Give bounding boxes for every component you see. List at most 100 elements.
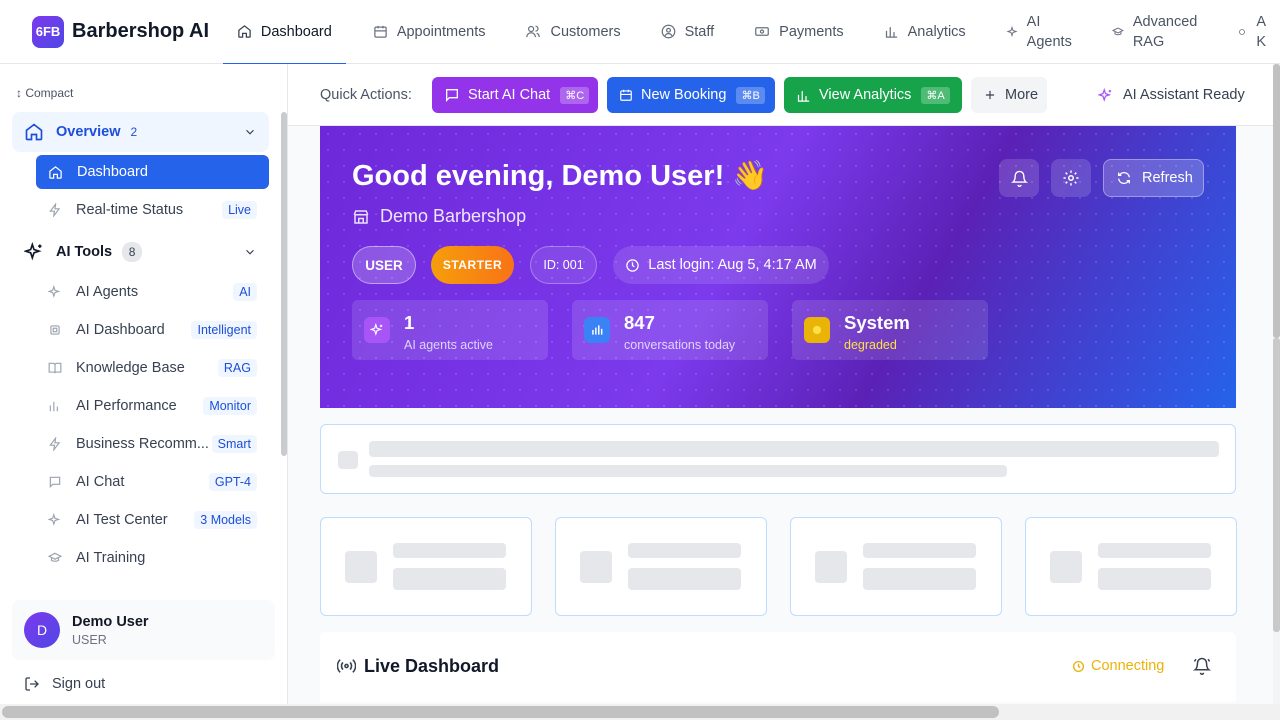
ai-status-label: AI Assistant Ready [1123,87,1245,103]
sidebar-item-ai-training[interactable]: AI Training [36,541,269,575]
tab-customers[interactable]: Customers [499,0,634,64]
brand[interactable]: 6FB Barbershop AI [32,15,223,48]
skeleton-icon [1050,551,1082,583]
sidebar-item-label: Business Recomm... [76,436,209,452]
stat-label: AI agents active [404,338,493,352]
skeleton-icon [338,451,358,469]
calendar-icon [620,89,632,101]
tab-label: Appointments [396,23,486,40]
view-analytics-button[interactable]: View Analytics ⌘A [784,77,962,113]
home-icon [238,25,251,38]
tab-ai-agents[interactable]: AI Agents [980,0,1086,64]
more-button[interactable]: More [971,77,1047,113]
tab-label: Analytics [907,23,966,40]
graduation-cap-icon [1111,26,1124,35]
skeleton-line [863,543,976,558]
plan-pill: STARTER [431,246,514,284]
sidebar-item-label: Dashboard [77,164,148,180]
compact-toggle[interactable]: ↕ Compact [16,86,73,100]
cpu-icon [50,325,60,335]
loading-card-skeleton [790,517,1002,616]
new-booking-button[interactable]: New Booking ⌘B [607,77,775,113]
sidebar-scrollbar[interactable] [281,112,287,456]
bar-chart-icon [584,317,610,343]
skeleton-icon [580,551,612,583]
sidebar-item-realtime-status[interactable]: Real-time Status Live [36,193,269,227]
last-login-label: Last login: Aug 5, 4:17 AM [648,257,817,273]
sign-out-button[interactable]: Sign out [24,676,105,692]
sidebar-item-ai-chat[interactable]: AI Chat GPT-4 [36,465,269,499]
chevron-down-icon [246,129,254,135]
sidebar-item-ai-performance[interactable]: AI Performance Monitor [36,389,269,423]
sparkles-icon [48,285,61,298]
graduation-cap-icon [48,552,62,562]
user-role: USER [72,633,107,647]
sparkles-icon [1098,87,1112,102]
sparkles-icon [364,317,390,343]
sidebar-item-knowledge-base[interactable]: Knowledge Base RAG [36,351,269,385]
tab-dashboard[interactable]: Dashboard [222,0,346,65]
sparkles-icon [48,513,61,526]
logo: 6FB [32,15,64,48]
sidebar-group-ai-tools[interactable]: AI Tools 8 [12,232,269,272]
tab-label-line2: K [1256,33,1266,50]
sidebar-item-label: AI Performance [76,398,177,414]
gear-icon [1063,170,1079,186]
sidebar-item-label: AI Training [76,550,146,566]
status-dot-icon [804,317,830,343]
sidebar-item-business-recommendations[interactable]: Business Recomm... Smart [36,427,269,461]
live-dashboard-title: Live Dashboard [364,656,500,676]
bell-ring-icon[interactable] [1193,657,1211,675]
id-pill: ID: 001 [530,246,597,284]
sidebar-group-overview[interactable]: Overview 2 [12,112,269,152]
tab-analytics[interactable]: Analytics [858,0,980,64]
settings-button[interactable] [1051,159,1091,197]
sidebar-item-ai-agents[interactable]: AI Agents AI [36,275,269,309]
sidebar-item-badge: 3 Models [194,511,257,529]
tab-label-line1: A [1256,13,1266,30]
live-dashboard-panel: Live Dashboard Connecting [320,632,1236,702]
refresh-button[interactable]: Refresh [1103,159,1204,197]
store-icon [353,209,369,224]
tab-staff[interactable]: Staff [635,0,729,64]
zap-icon [49,437,61,451]
sparkles-icon [1239,28,1246,35]
sidebar-item-ai-dashboard[interactable]: AI Dashboard Intelligent [36,313,269,347]
horizontal-scrollbar-thumb[interactable] [2,706,999,718]
stat-label: degraded [844,338,897,352]
tab-appointments[interactable]: Appointments [346,0,500,64]
page-scrollbar-thumb-lower[interactable] [1273,338,1280,632]
skeleton-line [1098,568,1211,590]
bar-chart-icon [49,401,58,412]
skeleton-line [628,568,741,590]
stat-value: System [844,312,910,333]
start-ai-chat-button[interactable]: Start AI Chat ⌘C [432,77,598,113]
role-pill: USER [352,246,416,284]
user-circle-icon [661,24,675,39]
stat-conversations: 847 conversations today [572,300,768,360]
sidebar-item-dashboard[interactable]: Dashboard [36,155,269,189]
notifications-button[interactable] [999,159,1039,197]
page-scrollbar-thumb[interactable] [1273,64,1280,338]
button-label: New Booking [641,87,727,103]
clock-icon [1072,660,1085,672]
button-label: Start AI Chat [468,87,551,103]
tab-advanced-rag[interactable]: Advanced RAG [1086,0,1212,64]
tab-payments[interactable]: Payments [728,0,857,64]
loading-card-skeleton [320,517,532,616]
tab-ak[interactable]: AK [1211,0,1280,64]
bar-chart-icon [797,90,810,102]
tab-label: Customers [550,23,621,40]
avatar: D [24,612,60,648]
chat-icon [49,476,61,489]
skeleton-line [863,568,976,590]
user-profile[interactable]: D Demo User USER [12,600,275,660]
stat-value: 1 [404,312,415,333]
chat-icon [446,89,458,102]
loading-card-skeleton [555,517,767,616]
refresh-label: Refresh [1142,170,1193,186]
sidebar-item-ai-test-center[interactable]: AI Test Center 3 Models [36,503,269,537]
banknote-icon [755,27,770,36]
sidebar-item-label: AI Agents [76,284,139,300]
calendar-icon [374,25,387,38]
